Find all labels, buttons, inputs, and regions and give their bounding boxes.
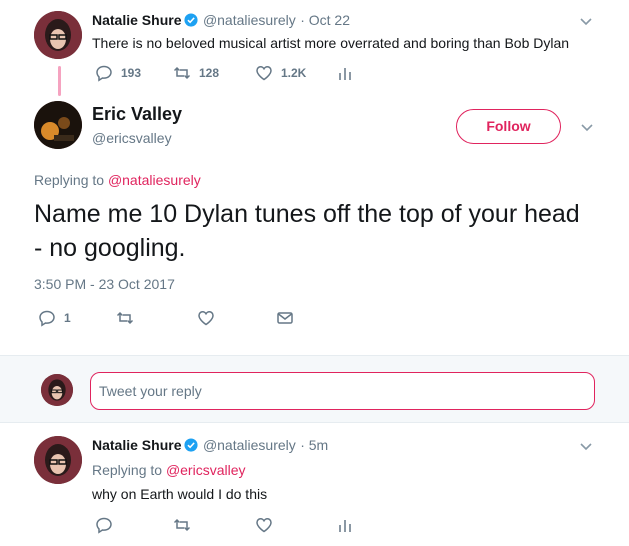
tweet-text: Name me 10 Dylan tunes off the top of yo… [34,200,580,262]
heart-icon [255,64,273,82]
retweet-icon [173,516,191,534]
tweet-text: why on Earth would I do this [92,486,268,502]
author-name[interactable]: Natalie Shure [92,437,181,453]
author-handle[interactable]: @nataliesurely [203,12,296,28]
analytics-icon [336,64,354,82]
author-name[interactable]: Eric Valley [92,104,182,125]
chevron-down-icon[interactable] [578,13,594,29]
author-handle[interactable]: @ericsvalley [92,130,172,146]
tweet-text: There is no beloved musical artist more … [92,35,570,51]
like-count: 1.2K [281,66,307,80]
like-button[interactable] [197,309,215,327]
chevron-down-icon[interactable] [578,438,594,454]
reply-button[interactable] [95,516,113,534]
heart-icon [255,516,273,534]
author-handle[interactable]: @nataliesurely [203,437,296,453]
tweet-header: Natalie Shure @nataliesurely · Oct 22 [92,12,350,30]
analytics-icon [336,516,354,534]
chevron-down-icon[interactable] [579,119,595,135]
avatar[interactable] [34,436,82,484]
direct-message-button[interactable] [276,309,294,327]
thread-connector [58,66,61,96]
reply-count: 193 [121,66,142,80]
reply-icon [95,516,113,534]
avatar[interactable] [34,11,82,59]
analytics-button[interactable] [336,64,354,82]
tweet-timestamp[interactable]: 3:50 PM - 23 Oct 2017 [34,276,175,292]
follow-button[interactable]: Follow [456,109,561,144]
tweet-time[interactable]: · 5m [300,437,328,453]
verified-badge-icon [184,13,199,27]
replying-to: Replying to @ericsvalley [92,462,246,478]
retweet-count: 128 [199,66,220,80]
avatar [41,374,73,406]
retweet-button[interactable]: 128 [173,64,219,82]
retweet-button[interactable] [173,516,191,534]
avatar[interactable] [34,101,82,149]
reply-count: 1 [64,311,71,325]
heart-icon [197,309,215,327]
retweet-icon [173,64,191,82]
reply-icon [95,64,113,82]
reply-button[interactable]: 193 [95,64,141,82]
replying-prefix: Replying to [92,462,163,478]
retweet-button[interactable] [116,309,134,327]
analytics-button[interactable] [336,516,354,534]
tweet-header: Natalie Shure @nataliesurely · 5m [92,437,328,455]
like-button[interactable] [255,516,273,534]
like-button[interactable]: 1.2K [255,64,306,82]
tweet-time[interactable]: · Oct 22 [300,12,350,28]
replying-to-link[interactable]: @ericsvalley [166,462,246,478]
envelope-icon [276,309,294,327]
reply-input[interactable]: Tweet your reply [90,372,595,410]
retweet-icon [116,309,134,327]
replying-prefix: Replying to [34,172,105,188]
verified-badge-icon [184,438,199,452]
author-name[interactable]: Natalie Shure [92,12,181,28]
reply-button[interactable]: 1 [38,309,71,327]
reply-icon [38,309,56,327]
replying-to-link[interactable]: @nataliesurely [108,172,201,188]
replying-to: Replying to @nataliesurely [34,172,201,188]
